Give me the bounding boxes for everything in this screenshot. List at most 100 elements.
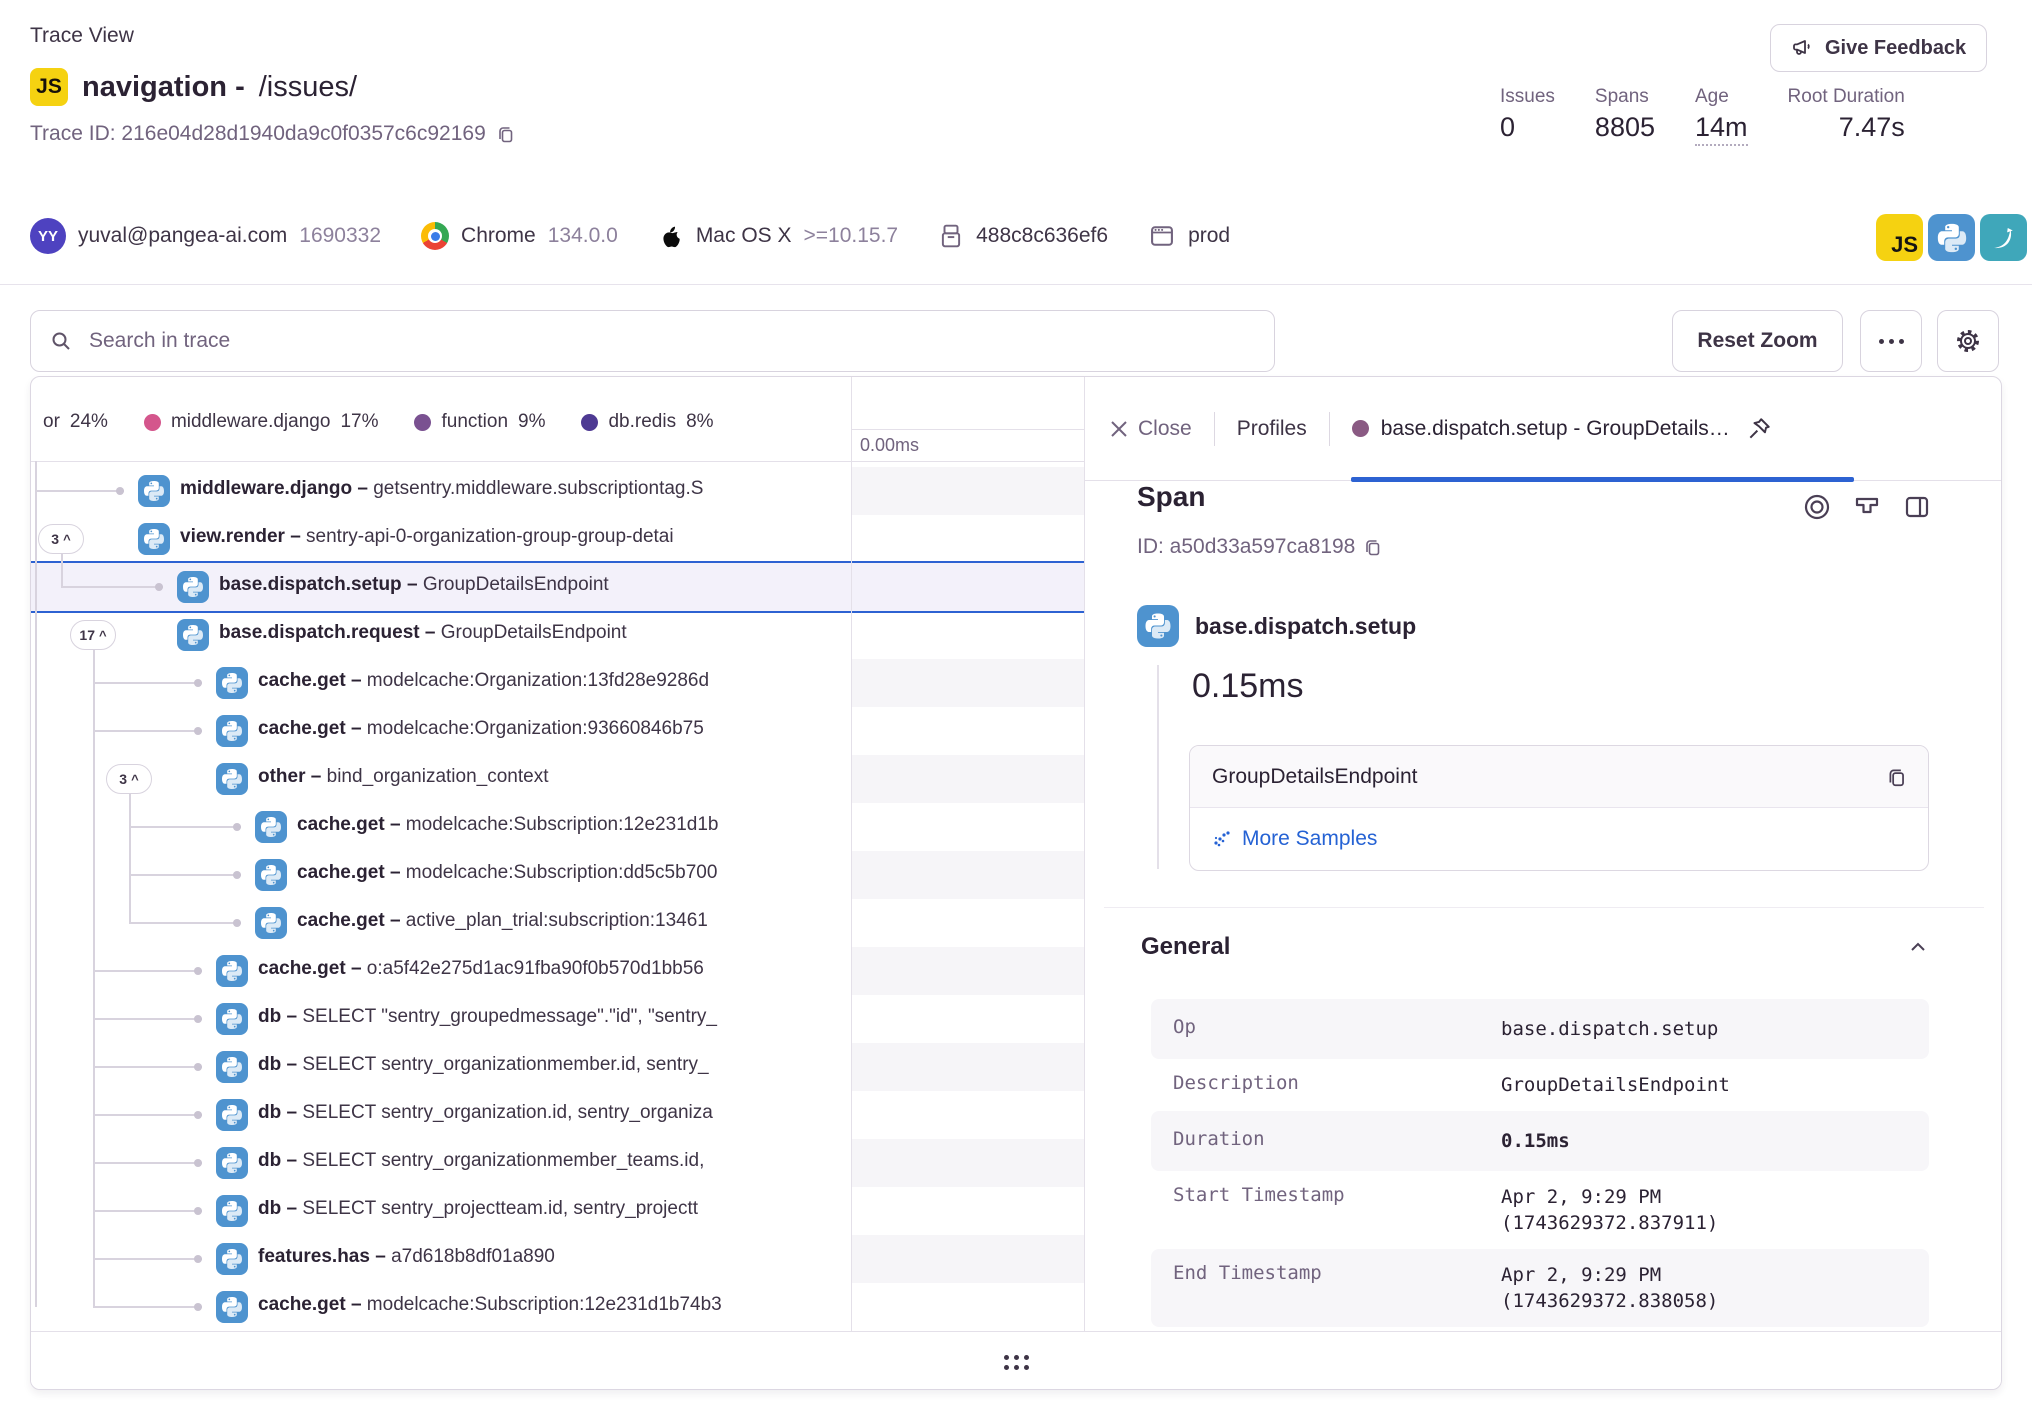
kv-key: Description xyxy=(1173,1072,1501,1094)
reset-zoom-button[interactable]: Reset Zoom xyxy=(1672,310,1843,372)
trace-tree-row[interactable]: middleware.django – getsentry.middleware… xyxy=(31,467,851,515)
megaphone-icon xyxy=(1791,36,1815,60)
trace-tree-row[interactable]: cache.get – o:a5f42e275d1ac91fba90f0b570… xyxy=(31,947,851,995)
copy-icon[interactable] xyxy=(1363,537,1383,557)
search-input[interactable] xyxy=(87,328,1256,354)
avatar: YY xyxy=(30,218,66,254)
tree-connector-dot xyxy=(194,967,202,975)
settings-button[interactable] xyxy=(1937,310,1999,372)
span-id-text: ID: a50d33a597ca8198 xyxy=(1137,535,1355,559)
stat-value: 7.47s xyxy=(1788,112,1905,143)
tree-timeline-divider[interactable] xyxy=(851,377,852,1331)
search-box[interactable] xyxy=(30,310,1275,372)
trace-id: Trace ID: 216e04d28d1940da9c0f0357c6c921… xyxy=(30,122,516,146)
meta-item-device: 488c8c636ef6 xyxy=(938,221,1108,251)
python-icon xyxy=(216,1291,248,1323)
header-divider xyxy=(0,284,2032,285)
trace-tree-row[interactable]: db – SELECT sentry_organizationmember_te… xyxy=(31,1139,851,1187)
panel-layout-button[interactable] xyxy=(1901,491,1933,523)
focus-span-button[interactable] xyxy=(1801,491,1833,523)
search-icon xyxy=(49,329,73,353)
span-row-label: features.has – a7d618b8df01a890 xyxy=(258,1246,555,1268)
trace-tree-row[interactable]: cache.get – modelcache:Subscription:12e2… xyxy=(31,803,851,851)
meta-secondary: 134.0.0 xyxy=(548,224,618,248)
span-op-header: base.dispatch.setup xyxy=(1137,605,1416,647)
tree-connector xyxy=(93,1258,202,1260)
meta-primary: prod xyxy=(1188,224,1230,248)
tab-span-details[interactable]: base.dispatch.setup - GroupDetails… xyxy=(1352,417,1730,441)
platform-icons: JS xyxy=(1876,214,2027,261)
span-row-label: cache.get – modelcache:Subscription:12e2… xyxy=(258,1294,722,1316)
tree-connector xyxy=(93,1162,202,1164)
trace-tree-row[interactable]: cache.get – modelcache:Subscription:12e2… xyxy=(31,1283,851,1331)
kv-key: Duration xyxy=(1173,1128,1501,1150)
tree-connector-dot xyxy=(155,583,163,591)
tree-connector-dot xyxy=(194,1159,202,1167)
tab-profiles[interactable]: Profiles xyxy=(1237,417,1307,441)
span-row-label: base.dispatch.request – GroupDetailsEndp… xyxy=(219,622,627,644)
javascript-icon: JS xyxy=(1876,214,1923,261)
tab-span-details-label: base.dispatch.setup - GroupDetails… xyxy=(1381,417,1730,441)
more-samples-link[interactable]: More Samples xyxy=(1212,827,1377,851)
copy-icon[interactable] xyxy=(1886,766,1908,788)
expand-collapse-badge[interactable]: 17^ xyxy=(70,620,116,650)
tree-connector xyxy=(93,970,202,972)
meta-primary: Chrome xyxy=(461,224,536,248)
tree-connector-dot xyxy=(194,679,202,687)
kv-value: 0.15ms xyxy=(1501,1128,1570,1154)
span-id: ID: a50d33a597ca8198 xyxy=(1137,535,1383,559)
span-actions xyxy=(1801,491,1933,523)
trace-meta-row: YYyuval@pangea-ai.com1690332 Chrome 134.0.… xyxy=(30,210,1230,262)
trace-tree-row[interactable]: db – SELECT sentry_organizationmember.id… xyxy=(31,1043,851,1091)
tree-connector xyxy=(93,1114,202,1116)
tree-connector xyxy=(93,682,202,684)
drag-handle[interactable] xyxy=(1004,1355,1029,1370)
close-panel-button[interactable]: Close xyxy=(1110,417,1192,441)
close-label: Close xyxy=(1138,417,1192,441)
span-duration: 0.15ms xyxy=(1192,667,1304,706)
trace-tree-row[interactable]: cache.get – modelcache:Subscription:dd5c… xyxy=(31,851,851,899)
python-icon xyxy=(177,619,209,651)
copy-icon[interactable] xyxy=(496,124,516,144)
trace-tree-row[interactable]: cache.get – modelcache:Organization:13fd… xyxy=(31,659,851,707)
expand-collapse-badge[interactable]: 3^ xyxy=(106,764,152,794)
sample-title: GroupDetailsEndpoint xyxy=(1212,765,1417,789)
zoom-to-span-button[interactable] xyxy=(1851,491,1883,523)
trace-tree-row[interactable]: db – SELECT sentry_projectteam.id, sentr… xyxy=(31,1187,851,1235)
tree-connector xyxy=(93,1018,202,1020)
meta-item-avatar: YYyuval@pangea-ai.com1690332 xyxy=(30,218,381,254)
tree-connector-dot xyxy=(194,1207,202,1215)
span-row-label: cache.get – modelcache:Subscription:dd5c… xyxy=(297,862,717,884)
python-icon xyxy=(216,715,248,747)
general-section-header[interactable]: General xyxy=(1141,933,1929,961)
child-count: 3 xyxy=(119,771,127,787)
trace-tree-row[interactable]: cache.get – modelcache:Organization:9366… xyxy=(31,707,851,755)
give-feedback-button[interactable]: Give Feedback xyxy=(1770,24,1987,72)
meta-primary: 488c8c636ef6 xyxy=(976,224,1108,248)
trace-tree-row[interactable]: db – SELECT "sentry_groupedmessage"."id"… xyxy=(31,995,851,1043)
trace-tree-row[interactable]: base.dispatch.setup – GroupDetailsEndpoi… xyxy=(31,563,851,611)
span-row-label: db – SELECT sentry_organizationmember_te… xyxy=(258,1150,704,1172)
trace-tree-row[interactable]: db – SELECT sentry_organization.id, sent… xyxy=(31,1091,851,1139)
trace-tree-row[interactable]: 17^ base.dispatch.request – GroupDetailsE… xyxy=(31,611,851,659)
pin-tab-button[interactable] xyxy=(1746,416,1772,442)
trace-tree-row[interactable]: cache.get – active_plan_trial:subscripti… xyxy=(31,899,851,947)
tree-connector-dot xyxy=(194,1303,202,1311)
span-op-name: base.dispatch.setup xyxy=(1195,613,1416,640)
span-row-label: base.dispatch.setup – GroupDetailsEndpoi… xyxy=(219,574,609,596)
trace-tree-row[interactable]: features.has – a7d618b8df01a890 xyxy=(31,1235,851,1283)
python-icon xyxy=(1928,214,1975,261)
expand-collapse-badge[interactable]: 3^ xyxy=(38,524,84,554)
page-title-path: /issues/ xyxy=(259,71,357,104)
python-icon xyxy=(216,1099,248,1131)
trace-tree-row[interactable]: 3^other – bind_organization_context xyxy=(31,755,851,803)
general-kv-table: Opbase.dispatch.setupDescriptionGroupDet… xyxy=(1151,999,1929,1327)
trace-tree-row[interactable]: 3^view.render – sentry-api-0-organizatio… xyxy=(31,515,851,563)
tree-connector-dot xyxy=(194,1063,202,1071)
meta-item-apple: Mac OS X>=10.15.7 xyxy=(658,221,898,251)
device-icon xyxy=(938,221,964,251)
stat-label: Spans xyxy=(1595,86,1655,108)
more-options-button[interactable] xyxy=(1860,310,1922,372)
span-row-label: cache.get – active_plan_trial:subscripti… xyxy=(297,910,708,932)
span-sample-card: GroupDetailsEndpoint More Samples xyxy=(1189,745,1929,871)
